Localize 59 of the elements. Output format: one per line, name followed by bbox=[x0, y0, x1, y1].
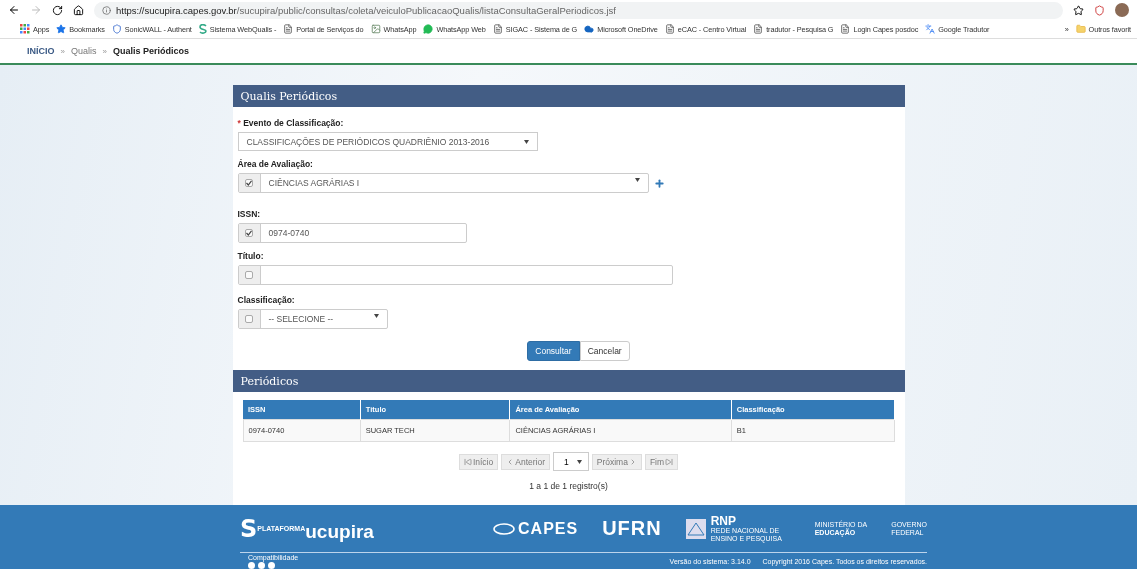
star-icon bbox=[56, 24, 67, 34]
page-icon bbox=[753, 24, 764, 34]
folder-icon bbox=[1075, 24, 1086, 34]
reload-icon[interactable] bbox=[52, 4, 63, 16]
cloud-icon bbox=[584, 24, 595, 34]
submit-button[interactable]: Consultar bbox=[527, 341, 580, 361]
bookmark-star-icon[interactable] bbox=[1073, 4, 1084, 16]
shield-icon bbox=[111, 24, 122, 34]
page-icon bbox=[492, 24, 503, 34]
capes-logo: CAPES bbox=[493, 519, 579, 538]
apps-grid-icon bbox=[20, 24, 30, 34]
ufrn-logo: UFRN bbox=[602, 517, 662, 540]
chat-bubble-icon bbox=[423, 24, 434, 34]
shield-icon[interactable] bbox=[1094, 4, 1105, 16]
page-icon bbox=[664, 24, 675, 34]
cancel-button[interactable]: Cancelar bbox=[579, 341, 630, 361]
checkbox[interactable] bbox=[245, 179, 253, 187]
skip-back-icon bbox=[463, 457, 472, 466]
breadcrumb-item: Qualis Periódicos bbox=[112, 46, 189, 56]
avatar-icon[interactable] bbox=[1115, 3, 1129, 17]
back-icon[interactable] bbox=[8, 4, 20, 16]
panel-header: Qualis Periódicos bbox=[232, 85, 905, 107]
page-select[interactable]: 1 bbox=[553, 452, 589, 471]
page-icon bbox=[840, 24, 851, 34]
field-label: Título: bbox=[237, 251, 265, 261]
checkbox[interactable] bbox=[245, 315, 253, 323]
select-field[interactable]: CLASSIFICAÇÕES DE PERIÓDICOS QUADRIÊNIO 2013-2016 bbox=[237, 132, 538, 151]
caret-icon bbox=[576, 459, 582, 464]
skip-forward-icon bbox=[665, 457, 674, 466]
select-field[interactable]: CIÊNCIAS AGRÁRIAS I bbox=[237, 173, 649, 193]
checkbox[interactable] bbox=[245, 229, 253, 237]
field-label: ISSN: bbox=[237, 209, 262, 219]
home-icon[interactable] bbox=[73, 4, 84, 16]
caret-icon bbox=[523, 139, 529, 144]
last-page-button[interactable]: Fim bbox=[644, 453, 679, 470]
field-label: Classificação: bbox=[237, 295, 296, 305]
address-bar[interactable]: https://sucupira.capes.gov.br/sucupira/public/consultas/coleta/veiculoPublicacaoQualis/listaConsultaGeralPeriodicos.jsf bbox=[94, 1, 1063, 19]
input-field[interactable]: 0974-0740 bbox=[237, 223, 467, 243]
select-field[interactable]: -- SELECIONE -- bbox=[237, 309, 388, 329]
next-page-button[interactable]: Próxima bbox=[591, 453, 642, 470]
previous-page-button[interactable]: Anterior bbox=[501, 453, 550, 470]
image-icon bbox=[370, 24, 381, 34]
caret-icon bbox=[634, 178, 640, 182]
translate-icon bbox=[925, 24, 936, 34]
s-logo-icon bbox=[198, 24, 207, 34]
first-page-button[interactable]: Início bbox=[458, 453, 499, 470]
panel-header: Periódicos bbox=[232, 370, 905, 392]
page-icon bbox=[283, 24, 294, 34]
caret-icon bbox=[373, 314, 379, 318]
breadcrumb-item[interactable]: INÍCIO bbox=[27, 46, 55, 56]
checkbox[interactable] bbox=[245, 271, 253, 279]
field-label: Área de Avaliação: bbox=[237, 159, 314, 169]
breadcrumb-separator: » bbox=[102, 46, 107, 56]
field-label: * Evento de Classificação: bbox=[237, 118, 345, 128]
breadcrumb-separator: » bbox=[60, 46, 65, 56]
breadcrumb-item[interactable]: Qualis bbox=[70, 46, 97, 56]
input-field[interactable] bbox=[237, 265, 673, 285]
add-icon[interactable] bbox=[653, 177, 665, 189]
record-count: 1 a 1 de 1 registro(s) bbox=[528, 481, 609, 491]
